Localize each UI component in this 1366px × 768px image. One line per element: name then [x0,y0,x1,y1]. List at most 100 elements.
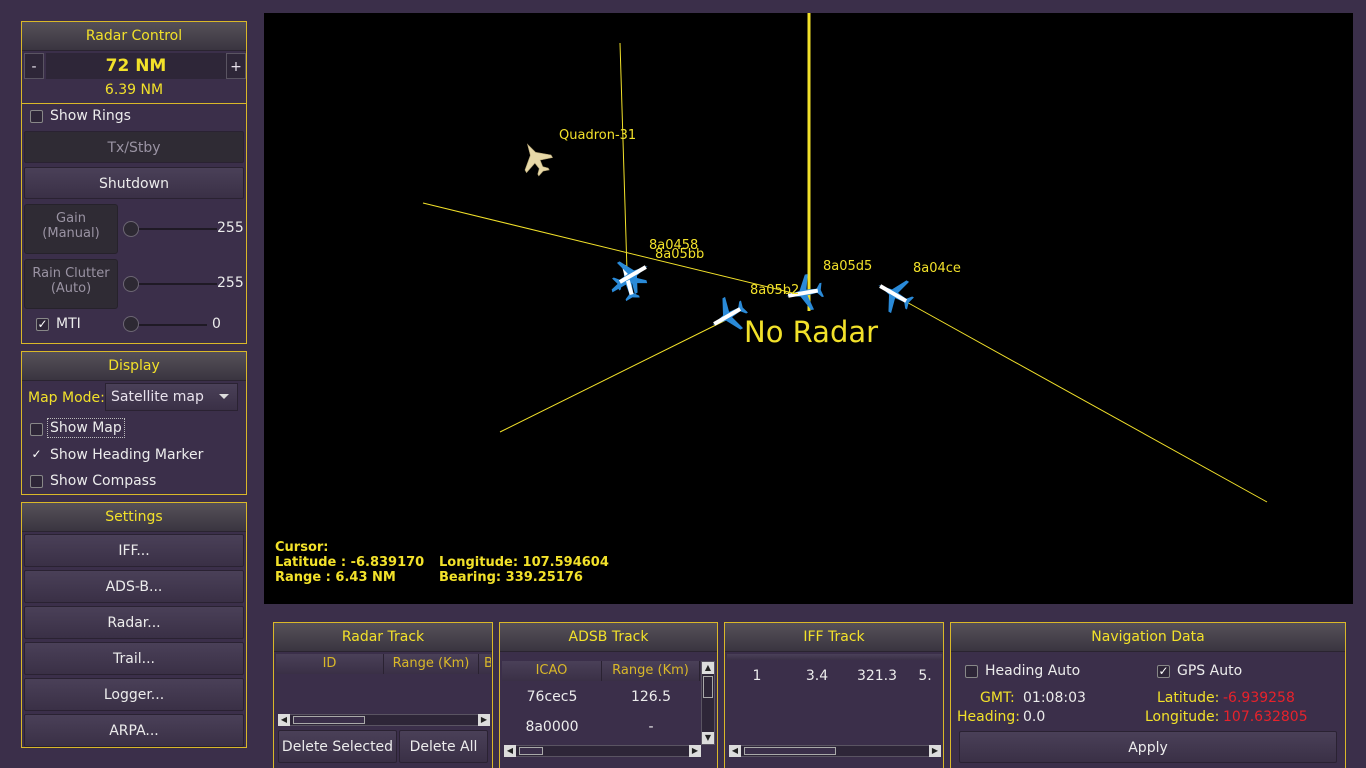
gain-value: 255 [217,220,244,236]
iff-settings-button[interactable]: IFF... [24,534,244,567]
gain-slider-handle[interactable] [123,221,139,237]
scroll-left-icon[interactable]: ◀ [729,745,741,757]
iff-bearing-cell: 321.3 [856,668,898,684]
adsb-row[interactable]: 8a0000 - [502,715,700,741]
ring-range-value: 6.39 NM [104,82,164,98]
settings-title: Settings [22,503,246,532]
track-line-8a05b2 [499,319,727,433]
radar-settings-button[interactable]: Radar... [24,606,244,639]
rain-clutter-button[interactable]: Rain Clutter (Auto) [24,259,118,309]
column-header-bearing[interactable]: B [479,654,491,674]
adsb-icao-cell: 76cec5 [526,689,578,705]
target-label-8a05bb: 8a05bb [655,247,705,262]
fighter-jet-icon [524,143,553,177]
scrollbar-thumb[interactable] [703,676,713,698]
rain-clutter-slider[interactable] [127,283,217,285]
adsb-horizontal-scrollbar[interactable]: ◀ ▶ [504,745,701,757]
divider [22,103,246,104]
range-plus-button[interactable]: + [226,53,246,79]
target-label-8a04ce: 8a04ce [913,261,961,276]
display-title: Display [22,352,246,381]
adsb-row[interactable]: 76cec5 126.5 [502,685,700,711]
map-mode-select[interactable]: Satellite map [105,383,238,411]
target-label-quadron: Quadron-31 [559,128,637,143]
scroll-left-icon[interactable]: ◀ [278,714,290,726]
adsb-vertical-scrollbar[interactable]: ▲ ▼ [701,661,715,745]
rain-clutter-value: 255 [217,275,244,291]
arpa-settings-button[interactable]: ARPA... [24,714,244,747]
adsb-track-table[interactable]: ICAO Range (Km) 76cec5 126.5 8a0000 - ▲ … [502,661,716,761]
scroll-left-icon[interactable]: ◀ [504,745,516,757]
cursor-range: Range : 6.43 NM [275,570,396,585]
radar-status-text: No Radar [744,315,879,349]
trail-settings-button[interactable]: Trail... [24,642,244,675]
mti-checkbox[interactable]: ✓ [36,318,49,331]
iff-horizontal-scrollbar[interactable]: ◀ ▶ [729,745,941,757]
heading-value: 0.0 [1023,709,1046,725]
range-minus-button[interactable]: - [24,53,44,79]
iff-header-strip [727,654,942,660]
display-panel: Display Map Mode: Satellite map Show Map… [21,351,247,495]
show-heading-marker-checkbox[interactable]: ✓ [30,448,43,462]
map-mode-label: Map Mode: [28,390,105,406]
iff-row[interactable]: 1 3.4 321.3 5. [727,668,942,690]
logger-settings-button[interactable]: Logger... [24,678,244,711]
show-heading-marker-label: Show Heading Marker [50,447,204,463]
adsb-icao-cell: 8a0000 [525,719,579,735]
radar-canvas [422,13,1268,503]
scroll-right-icon[interactable]: ▶ [689,745,701,757]
adsb-settings-button[interactable]: ADS-B... [24,570,244,603]
heading-auto-checkbox[interactable] [965,665,978,678]
scroll-right-icon[interactable]: ▶ [478,714,490,726]
cursor-latitude: Latitude : -6.839170 [275,555,425,570]
scroll-up-icon[interactable]: ▲ [702,662,714,674]
scroll-down-icon[interactable]: ▼ [702,732,714,744]
latitude-label: Latitude: [1157,690,1220,706]
cursor-longitude: Longitude: 107.594604 [439,555,609,570]
longitude-value: 107.632805 [1223,709,1308,725]
cursor-bearing: Bearing: 339.25176 [439,570,583,585]
gps-auto-label: GPS Auto [1177,663,1243,679]
iff-track-title: IFF Track [725,623,943,652]
show-map-checkbox[interactable] [30,423,43,436]
tx-stby-button[interactable]: Tx/Stby [24,131,244,163]
gain-button[interactable]: Gain (Manual) [24,204,118,254]
rain-clutter-slider-handle[interactable] [123,276,139,292]
radar-display[interactable]: Quadron-31 8a0458 8a05bb 8a05d5 8a05b2 8… [264,13,1353,604]
show-map-label: Show Map [47,418,125,438]
scroll-right-icon[interactable]: ▶ [929,745,941,757]
navigation-title: Navigation Data [951,623,1345,652]
shutdown-button[interactable]: Shutdown [24,167,244,199]
delete-selected-button[interactable]: Delete Selected [278,730,397,763]
gps-auto-checkbox[interactable]: ✓ [1157,665,1170,678]
gmt-label: GMT: [980,690,1015,706]
scrollbar-thumb[interactable] [519,747,543,755]
map-mode-value: Satellite map [111,389,204,405]
adsb-track-panel: ADSB Track ICAO Range (Km) 76cec5 126.5 … [499,622,718,768]
column-header-icao[interactable]: ICAO [502,661,602,681]
column-header-range[interactable]: Range (Km) [384,654,479,674]
iff-extra-cell: 5. [918,668,932,684]
column-header-id[interactable]: ID [276,654,384,674]
chevron-down-icon [219,394,229,399]
radar-control-panel: Radar Control - 72 NM + 6.39 NM Show Rin… [21,21,247,344]
longitude-label: Longitude: [1145,709,1220,725]
adsb-track-title: ADSB Track [500,623,717,652]
gain-slider[interactable] [127,228,217,230]
scrollbar-thumb[interactable] [744,747,836,755]
radar-track-panel: Radar Track ID Range (Km) B ◀ ▶ Delete S… [273,622,493,768]
mti-label: MTI [56,316,81,332]
mti-slider-handle[interactable] [123,316,139,332]
column-header-range[interactable]: Range (Km) [602,661,700,681]
radar-track-table[interactable]: ID Range (Km) B ◀ ▶ [276,654,491,726]
iff-track-table[interactable]: 1 3.4 321.3 5. ◀ ▶ [727,654,942,762]
show-rings-checkbox[interactable] [30,110,43,123]
heading-label: Heading: [957,709,1020,725]
show-compass-checkbox[interactable] [30,475,43,488]
cursor-title: Cursor: [275,540,329,555]
scrollbar-thumb[interactable] [293,716,365,724]
radar-track-horizontal-scrollbar[interactable]: ◀ ▶ [278,714,490,726]
delete-all-button[interactable]: Delete All [399,730,488,763]
mti-slider[interactable] [127,324,207,326]
apply-button[interactable]: Apply [959,731,1337,763]
